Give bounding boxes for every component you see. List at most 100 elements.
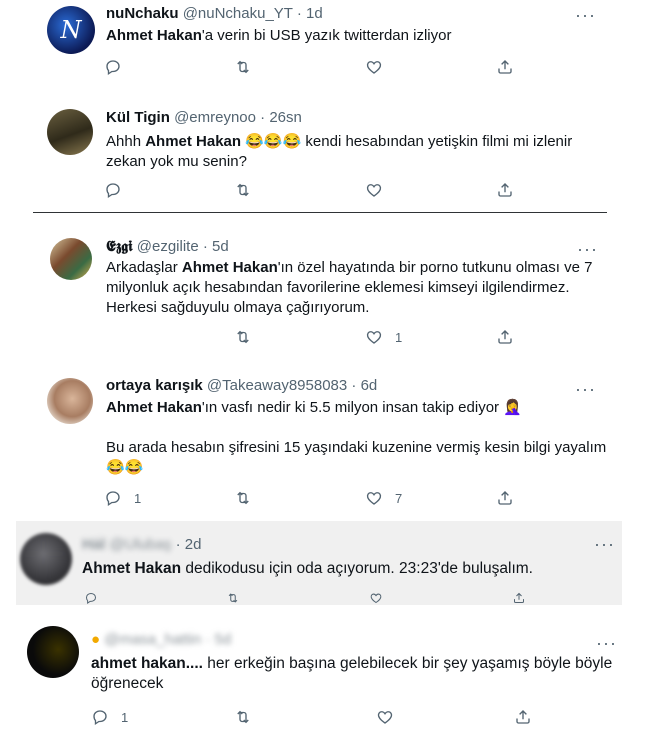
like-icon — [365, 58, 383, 76]
author-name[interactable]: 𝕰𝖟𝖌𝖎 — [106, 237, 133, 255]
tweet-time[interactable]: 2d — [185, 536, 202, 553]
tweet-header: nuNchaku @nuNchaku_YT · 1d — [106, 5, 323, 22]
share-icon — [510, 591, 528, 605]
share-button[interactable] — [514, 708, 532, 726]
reply-icon — [104, 181, 122, 199]
retweet-icon — [234, 328, 252, 346]
author-name[interactable]: Hȧl — [82, 536, 105, 553]
avatar[interactable] — [20, 533, 72, 585]
tweet[interactable]: ortaya karışık @Takeaway8958083 · 6d ···… — [0, 372, 650, 512]
tweet-text: Arkadaşlar Ahmet Hakan'ın özel hayatında… — [106, 259, 593, 316]
emoji: 😂😂 — [106, 459, 144, 476]
share-button[interactable] — [496, 58, 514, 76]
author-handle[interactable]: @emreynoo — [174, 109, 256, 126]
share-icon — [514, 708, 532, 726]
avatar[interactable] — [47, 378, 93, 424]
tweet[interactable]: N nuNchaku @nuNchaku_YT · 1d ··· Ahmet H… — [0, 0, 650, 90]
like-button[interactable] — [365, 58, 383, 76]
author-handle[interactable]: @ezgilite — [137, 238, 199, 255]
tweet-text: Ahmet Hakan'ın vasfı nedir ki 5.5 milyon… — [106, 399, 607, 476]
tweet-header: 𝕰𝖟𝖌𝖎 @ezgilite · 5d — [106, 237, 229, 255]
author-handle[interactable]: @masa_hattin — [104, 631, 201, 648]
emoji: 😂😂😂 — [245, 133, 302, 150]
like-icon — [376, 708, 394, 726]
tweet-time[interactable]: 5d — [215, 631, 232, 648]
more-icon[interactable]: ··· — [575, 6, 596, 24]
like-button[interactable]: 1 — [365, 328, 402, 346]
avatar[interactable] — [50, 238, 92, 280]
like-count: 1 — [395, 329, 403, 345]
reply-button[interactable]: 1 — [91, 708, 128, 726]
share-icon — [496, 489, 514, 507]
share-icon — [496, 328, 514, 346]
tweet-header: Kül Tigin @emreynoo · 26sn — [106, 109, 302, 126]
share-button[interactable] — [496, 489, 514, 507]
tweet-time[interactable]: 6d — [361, 377, 378, 394]
avatar-letter: N — [60, 16, 82, 44]
like-icon — [367, 591, 385, 605]
reply-button[interactable] — [104, 181, 122, 199]
more-icon[interactable]: ··· — [577, 240, 598, 258]
share-icon — [496, 58, 514, 76]
like-icon — [365, 489, 383, 507]
retweet-button[interactable] — [234, 328, 252, 346]
retweet-icon — [224, 591, 242, 605]
retweet-icon — [234, 181, 252, 199]
author-name[interactable]: nuNchaku — [106, 5, 179, 22]
tweet-text: ahmet hakan.... her erkeğin başına geleb… — [91, 655, 613, 692]
tweet-header: Hȧl @Ulubaş · 2d — [82, 536, 202, 553]
like-button[interactable] — [376, 708, 394, 726]
reply-icon — [82, 591, 100, 605]
author-handle[interactable]: @Takeaway8958083 — [207, 377, 347, 394]
tweet-header: ortaya karışık @Takeaway8958083 · 6d — [106, 377, 378, 394]
like-icon — [365, 181, 383, 199]
retweet-button[interactable] — [234, 181, 252, 199]
author-name[interactable]: Kül Tigin — [106, 109, 170, 126]
tweet-text: Ahhh Ahmet Hakan 😂😂😂 kendi hesabından ye… — [106, 133, 573, 170]
like-icon — [365, 328, 383, 346]
retweet-icon — [234, 58, 252, 76]
author-handle[interactable]: @Ulubaş — [110, 536, 172, 553]
retweet-button[interactable] — [224, 591, 242, 605]
tweet[interactable]: Kül Tigin @emreynoo · 26sn Ahhh Ahmet Ha… — [0, 100, 650, 210]
retweet-button[interactable] — [234, 708, 252, 726]
reply-button[interactable] — [104, 58, 122, 76]
like-count: 7 — [395, 490, 403, 506]
reply-icon — [91, 708, 109, 726]
tweet-text: Ahmet Hakan dedikodusu için oda açıyorum… — [82, 560, 533, 577]
reply-button[interactable] — [82, 591, 100, 605]
reply-icon — [104, 58, 122, 76]
tweet-time[interactable]: 26sn — [269, 109, 302, 126]
retweet-icon — [234, 489, 252, 507]
tweet[interactable]: 𝕰𝖟𝖌𝖎 @ezgilite · 5d ··· Arkadaşlar Ahmet… — [0, 230, 650, 360]
divider — [33, 212, 607, 213]
retweet-button[interactable] — [234, 58, 252, 76]
more-icon[interactable]: ··· — [575, 380, 596, 398]
share-icon — [496, 181, 514, 199]
badge-icon: ● — [91, 631, 101, 648]
more-icon[interactable]: ··· — [596, 634, 617, 652]
share-button[interactable] — [496, 328, 514, 346]
like-button[interactable]: 7 — [365, 489, 402, 507]
tweet[interactable]: Hȧl @Ulubaş · 2d ··· Ahmet Hakan dediko… — [16, 521, 622, 605]
more-icon[interactable]: ··· — [594, 535, 615, 553]
reply-icon — [104, 489, 122, 507]
like-button[interactable] — [365, 181, 383, 199]
like-button[interactable] — [367, 591, 385, 605]
avatar[interactable] — [47, 109, 93, 155]
author-handle[interactable]: @nuNchaku_YT — [183, 5, 293, 22]
tweet-time[interactable]: 5d — [212, 238, 229, 255]
tweet[interactable]: ● @masa_hattin · 5d ··· ahmet hakan.... … — [0, 620, 650, 739]
tweet-header: ● @masa_hattin · 5d — [91, 631, 232, 648]
avatar[interactable] — [27, 626, 79, 678]
author-name[interactable]: ortaya karışık — [106, 377, 203, 394]
reply-button[interactable]: 1 — [104, 489, 141, 507]
retweet-icon — [234, 708, 252, 726]
retweet-button[interactable] — [234, 489, 252, 507]
avatar[interactable]: N — [47, 6, 95, 54]
tweet-text: Ahmet Hakan'a verin bi USB yazık twitter… — [106, 27, 452, 44]
reply-count: 1 — [121, 709, 129, 725]
share-button[interactable] — [496, 181, 514, 199]
tweet-time[interactable]: 1d — [306, 5, 323, 22]
share-button[interactable] — [510, 591, 528, 605]
